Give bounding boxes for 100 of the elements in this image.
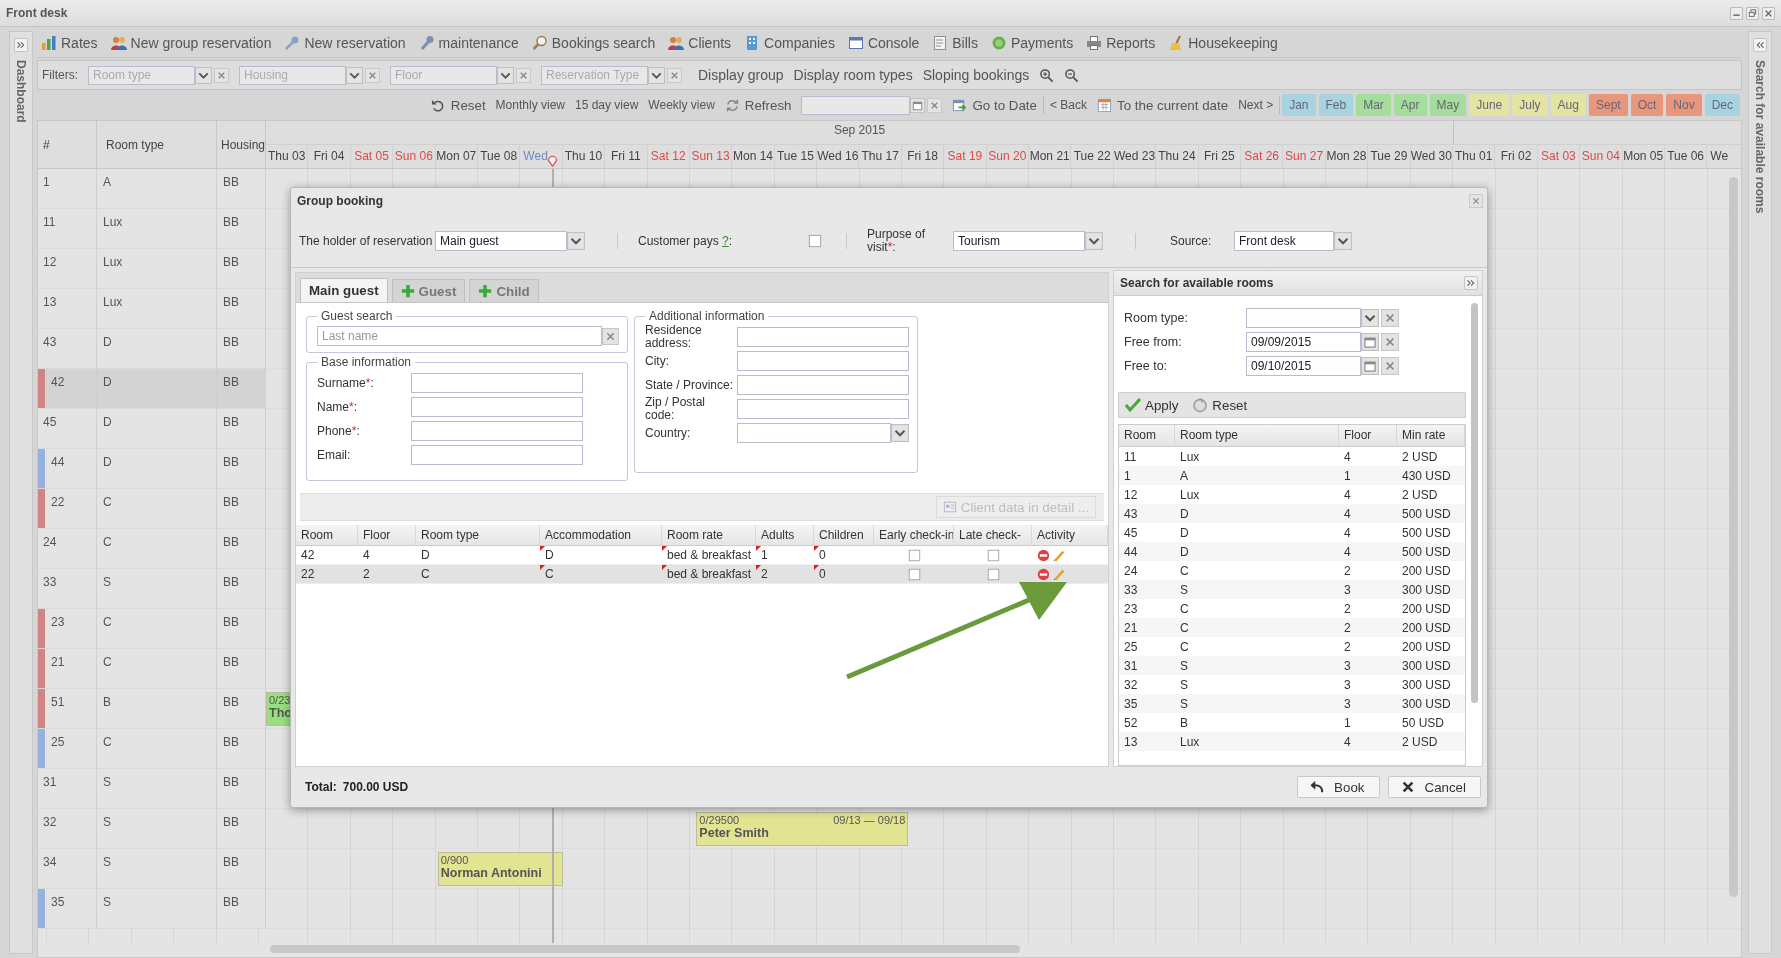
checkbox[interactable]	[808, 233, 822, 248]
month-button[interactable]: May	[1429, 94, 1467, 116]
month-button[interactable]: Aug	[1550, 94, 1586, 116]
panel-title[interactable]: Dashboard	[14, 60, 28, 123]
nav-button[interactable]: To the current date	[1097, 97, 1229, 113]
nav-link[interactable]: < Back	[1049, 98, 1087, 112]
search-field[interactable]: Last name	[317, 326, 602, 346]
month-button[interactable]: Mar	[1356, 94, 1391, 116]
toolbar-button[interactable]: Payments	[990, 35, 1074, 51]
date-field[interactable]	[801, 95, 911, 115]
row-header[interactable]: 42 D BB	[38, 369, 266, 409]
toolbar-button[interactable]: Reports	[1086, 35, 1156, 51]
filter-dropdown[interactable]: Floor	[390, 65, 497, 85]
checkbox[interactable]	[986, 567, 1000, 581]
close-icon[interactable]	[1762, 6, 1775, 20]
row-header[interactable]: 33 S BB	[38, 569, 266, 609]
row-header[interactable]: 32 S BB	[38, 809, 266, 849]
pencil-icon[interactable]	[1052, 548, 1066, 562]
date-field[interactable]: 09/10/2015	[1246, 356, 1361, 376]
booking-bar[interactable]: 0/900 Norman Antonini	[437, 852, 563, 886]
toolbar-button[interactable]: Housekeeping	[1168, 35, 1278, 51]
pencil-icon[interactable]	[1052, 567, 1066, 581]
row-header[interactable]: 43 D BB	[38, 329, 266, 369]
dropdown-field[interactable]: Front desk	[1234, 230, 1334, 251]
checkbox[interactable]	[907, 567, 921, 581]
nav-button[interactable]: Reset	[430, 97, 486, 113]
text-field[interactable]	[737, 375, 909, 395]
clear-icon[interactable]	[927, 97, 943, 113]
dialog-button[interactable]: Book	[1297, 776, 1380, 798]
month-button[interactable]: Dec	[1704, 94, 1740, 116]
toolbar-button[interactable]: Bookings search	[531, 35, 656, 51]
nav-link[interactable]: 15 day view	[574, 98, 639, 112]
toolbar-button[interactable]: New group reservation	[110, 35, 272, 51]
zoom-in-icon[interactable]	[1039, 67, 1055, 83]
row-header[interactable]: 31 S BB	[38, 769, 266, 809]
text-field[interactable]	[411, 445, 583, 465]
checkbox[interactable]	[907, 548, 921, 562]
filter-dropdown[interactable]: Housing	[239, 65, 346, 85]
dropdown-field[interactable]: Tourism	[953, 230, 1085, 251]
scrollbar[interactable]	[1471, 303, 1478, 703]
filter-dropdown[interactable]: Room type	[88, 65, 195, 85]
nav-button[interactable]: Go to Date	[952, 97, 1037, 113]
text-field[interactable]	[737, 351, 909, 371]
toolbar-button[interactable]: Console	[847, 35, 920, 51]
expand-icon[interactable]	[1753, 38, 1767, 52]
clear-icon[interactable]	[1381, 333, 1399, 351]
row-header[interactable]: 11 Lux BB	[38, 209, 266, 249]
row-header[interactable]: 22 C BB	[38, 489, 266, 529]
row-header[interactable]: 12 Lux BB	[38, 249, 266, 289]
help-link[interactable]: ?	[722, 233, 729, 248]
toolbar-button[interactable]: maintenance	[418, 35, 519, 51]
toolbar-button[interactable]: Reset	[1192, 397, 1248, 413]
scrollbar[interactable]	[270, 945, 1020, 953]
month-button[interactable]: June	[1469, 94, 1510, 116]
close-icon[interactable]	[1469, 194, 1483, 208]
toolbar-button[interactable]: Rates	[41, 35, 98, 51]
tab[interactable]: Guest	[391, 279, 466, 302]
delete-icon[interactable]	[1037, 567, 1050, 581]
clear-icon[interactable]	[1381, 309, 1399, 327]
clear-icon[interactable]	[516, 67, 531, 83]
row-header[interactable]: 51 B BB	[38, 689, 266, 729]
checkbox[interactable]	[986, 548, 1000, 562]
calendar-icon[interactable]	[910, 97, 926, 113]
row-header[interactable]: 13 Lux BB	[38, 289, 266, 329]
month-button[interactable]: Feb	[1318, 94, 1354, 116]
row-header[interactable]: 44 D BB	[38, 449, 266, 489]
row-header[interactable]: 21 C BB	[38, 649, 266, 689]
date-field[interactable]: 09/09/2015	[1246, 332, 1361, 352]
month-button[interactable]: Apr	[1393, 94, 1427, 116]
view-link[interactable]: Display room types	[793, 67, 913, 83]
row-header[interactable]: 34 S BB	[38, 849, 266, 889]
collapse-icon[interactable]	[1464, 276, 1478, 290]
toolbar-button[interactable]: Bills	[932, 35, 978, 51]
text-field[interactable]	[411, 397, 583, 417]
dropdown-field[interactable]	[737, 423, 891, 443]
table-row[interactable]: 22 2 C C bed & breakfast 2 0	[296, 565, 1108, 584]
view-link[interactable]: Sloping bookings	[922, 67, 1030, 83]
text-field[interactable]	[411, 421, 583, 441]
view-link[interactable]: Display group	[698, 67, 784, 83]
nav-link[interactable]: Monthly view	[495, 98, 565, 112]
row-header[interactable]: 25 C BB	[38, 729, 266, 769]
text-field[interactable]	[737, 327, 909, 347]
zoom-out-icon[interactable]	[1064, 67, 1080, 83]
nav-link[interactable]: Next >	[1238, 98, 1274, 112]
row-header[interactable]: 1 A BB	[38, 169, 266, 209]
tab[interactable]: Main guest	[300, 278, 388, 302]
toolbar-button[interactable]: Clients	[668, 35, 732, 51]
clear-icon[interactable]	[365, 67, 380, 83]
text-field[interactable]	[737, 399, 909, 419]
delete-icon[interactable]	[1037, 548, 1050, 562]
calendar-icon[interactable]	[1361, 333, 1379, 351]
booking-bar[interactable]: 0/29500 09/13 — 09/18 Peter Smith	[696, 812, 909, 846]
dialog-button[interactable]: Cancel	[1387, 776, 1481, 798]
toolbar-button[interactable]: New reservation	[284, 35, 406, 51]
panel-title[interactable]: Search for available rooms	[1753, 60, 1767, 214]
toolbar-button[interactable]: Companies	[744, 35, 835, 51]
clear-icon[interactable]	[602, 327, 619, 345]
expand-icon[interactable]	[14, 38, 28, 52]
nav-link[interactable]: Weekly view	[648, 98, 715, 112]
row-header[interactable]: 45 D BB	[38, 409, 266, 449]
